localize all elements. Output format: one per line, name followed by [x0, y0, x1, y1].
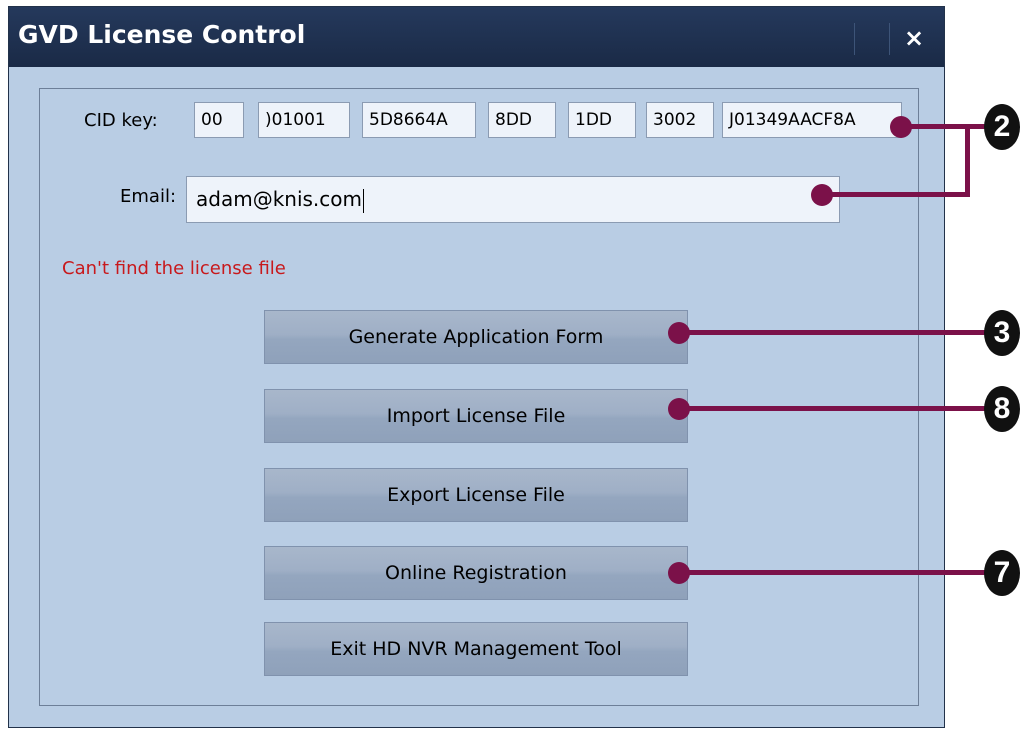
export-license-file-button[interactable]: Export License File [264, 468, 688, 522]
import-license-file-button[interactable]: Import License File [264, 389, 688, 443]
callout-badge-2: 2 [984, 104, 1020, 150]
cid-field-2[interactable]: )01001 [258, 102, 350, 138]
title-separator [854, 23, 855, 55]
email-field[interactable]: adam@knis.com [186, 176, 840, 223]
cid-field-7[interactable]: J01349AACF8A [722, 102, 902, 138]
generate-application-form-button[interactable]: Generate Application Form [264, 310, 688, 364]
email-label: Email: [120, 186, 177, 207]
title-separator [889, 23, 890, 55]
error-message: Can't find the license file [62, 258, 286, 279]
cid-key-label: CID key: [84, 110, 158, 131]
window-title: GVD License Control [18, 20, 306, 49]
callout-badge-3: 3 [984, 310, 1020, 356]
cid-field-4[interactable]: 8DD [488, 102, 556, 138]
cid-field-3[interactable]: 5D8664A [362, 102, 476, 138]
callout-badge-8: 8 [984, 386, 1020, 432]
email-value: adam@knis.com [196, 187, 362, 211]
cid-field-1[interactable]: 00 [194, 102, 244, 138]
callout-line [679, 330, 999, 335]
exit-tool-button[interactable]: Exit HD NVR Management Tool [264, 622, 688, 676]
online-registration-button[interactable]: Online Registration [264, 546, 688, 600]
callout-line [679, 570, 999, 575]
callout-line [822, 192, 970, 197]
callout-badge-7: 7 [984, 550, 1020, 596]
close-icon[interactable]: × [897, 21, 931, 55]
cid-field-6[interactable]: 3002 [646, 102, 714, 138]
callout-line [679, 406, 999, 411]
callout-line [965, 124, 970, 197]
cid-field-5[interactable]: 1DD [568, 102, 636, 138]
text-caret [363, 188, 364, 213]
title-bar[interactable]: GVD License Control × [9, 7, 944, 67]
